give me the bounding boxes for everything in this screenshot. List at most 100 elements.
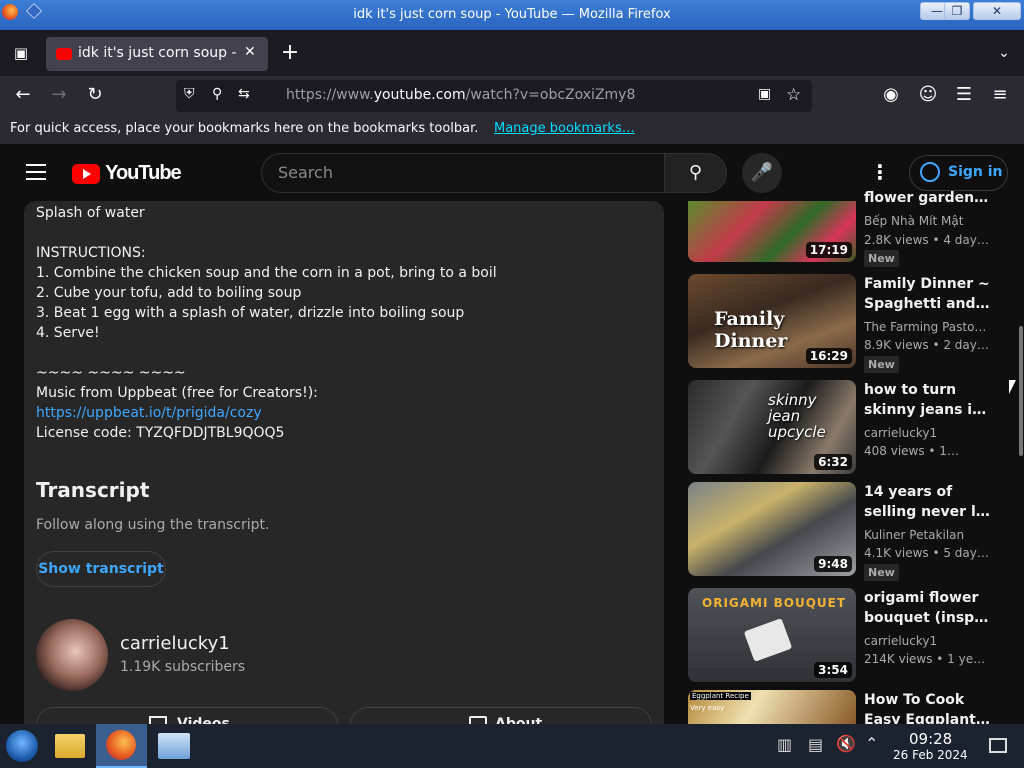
video-thumbnail[interactable]: 17:19 (688, 201, 856, 262)
page-scrollbar-thumb[interactable] (1019, 326, 1023, 456)
video-title[interactable]: origami flower (864, 588, 992, 608)
video-meta: 8.9K views • 2 day… (864, 338, 989, 352)
video-channel[interactable]: carrielucky1 (864, 426, 992, 440)
video-meta: 214K views • 1 ye… (864, 652, 986, 666)
youtube-logo-text: YouTube (105, 162, 182, 184)
uppbeat-link[interactable]: https://uppbeat.io/t/prigida/cozy (36, 405, 262, 421)
video-title[interactable]: 14 years of (864, 482, 992, 502)
bookmark-star-icon[interactable]: ☆ (786, 85, 801, 105)
video-title[interactable]: flower gardens,… (864, 188, 992, 208)
youtube-play-icon (72, 163, 100, 184)
url-path: /watch?v=obcZoxiZmy8 (465, 87, 636, 103)
video-meta: 4.1K views • 5 day… (864, 546, 989, 560)
list-all-tabs-icon[interactable]: ▣ (6, 38, 36, 68)
thumbnail-caption: Very easy (690, 704, 725, 712)
show-transcript-button[interactable]: Show transcript (36, 551, 166, 587)
tab-youtube[interactable]: idk it's just corn soup - YouTube ✕ (46, 37, 268, 71)
video-duration: 3:54 (814, 662, 852, 678)
account-circle-icon (920, 162, 940, 182)
search-icon[interactable]: ⚲ (664, 153, 727, 193)
youtube-logo[interactable]: YouTube (72, 162, 182, 184)
pocket-icon[interactable]: ◉ (876, 80, 906, 110)
video-thumbnail[interactable]: 9:48 (688, 482, 856, 576)
video-title[interactable]: Family Dinner ~ (864, 274, 992, 294)
more-options-icon[interactable]: ⋮ (870, 160, 890, 184)
guide-menu-icon[interactable] (26, 164, 46, 180)
video-title-line2[interactable]: skinny jeans int… (864, 400, 992, 420)
tab-overflow-chevron-icon[interactable]: ⌄ (989, 38, 1019, 68)
clock-date[interactable]: 26 Feb 2024 (893, 748, 968, 762)
reader-view-icon[interactable]: ▣ (758, 86, 771, 102)
video-description: Splash of water INSTRUCTIONS: 1. Combine… (24, 201, 664, 725)
video-title-line2[interactable]: Spaghetti and… (864, 294, 992, 314)
forward-button[interactable]: → (44, 80, 74, 110)
description-line: 2. Cube your tofu, add to boiling soup (36, 285, 302, 301)
video-meta: 2.8K views • 4 day… (864, 233, 989, 247)
youtube-favicon-icon (56, 48, 72, 60)
app-menu-icon[interactable]: ≡ (985, 80, 1015, 110)
url-domain: youtube.com (373, 87, 466, 103)
video-meta: 408 views • 1… (864, 444, 959, 458)
video-duration: 16:29 (805, 348, 852, 364)
thumbnail-caption: ORIGAMI BOUQUET (702, 596, 847, 610)
permissions-icon[interactable]: ⇆ (238, 86, 250, 102)
thumbnail-caption: skinny jean upcycle (768, 391, 826, 441)
video-channel[interactable]: Bếp Nhà Mít Mật (864, 214, 992, 228)
description-line: INSTRUCTIONS: (36, 245, 146, 261)
account-icon[interactable]: ☺ (913, 80, 943, 110)
video-title[interactable]: How To Cook (864, 690, 992, 710)
clock-time[interactable]: 09:28 (909, 730, 952, 748)
start-menu-icon[interactable] (6, 730, 38, 762)
transcript-heading: Transcript (36, 478, 150, 502)
new-badge: New (864, 356, 899, 373)
maximize-button[interactable]: ❐ (944, 2, 970, 20)
channel-avatar[interactable] (36, 619, 108, 691)
reload-button[interactable]: ↻ (80, 80, 110, 110)
description-line: ~~~~ ~~~~ ~~~~ (36, 365, 186, 381)
lock-icon[interactable]: ⚲ (212, 86, 222, 102)
window-title: idk it's just corn soup - YouTube — Mozi… (353, 7, 671, 22)
video-thumbnail[interactable]: Family Dinner 16:29 (688, 274, 856, 368)
sign-in-button[interactable]: Sign in (909, 155, 1008, 191)
new-badge: New (864, 564, 899, 581)
tracking-protection-icon[interactable]: ⛨ (184, 86, 195, 102)
close-tab-icon[interactable]: ✕ (244, 44, 256, 60)
video-channel[interactable]: carrielucky1 (864, 634, 992, 648)
firefox-taskbar-button[interactable] (96, 724, 147, 768)
control-panel-icon[interactable] (158, 733, 190, 759)
video-channel[interactable]: Kuliner Petakilan (864, 528, 992, 542)
extensions-icon[interactable]: ☰ (949, 80, 979, 110)
channel-name[interactable]: carrielucky1 (120, 633, 230, 654)
new-badge: New (864, 250, 899, 267)
video-title-line2[interactable]: bouquet (inspir… (864, 608, 992, 628)
video-title[interactable]: how to turn (864, 380, 992, 400)
url-prefix: https://www. (286, 87, 374, 103)
network-icon[interactable]: ▥ (777, 735, 792, 754)
video-title-line2[interactable]: Easy Eggplant… (864, 710, 992, 724)
microphone-icon[interactable]: 🎤 (742, 153, 782, 193)
show-hidden-icons-icon[interactable]: ⌃ (865, 734, 878, 753)
show-desktop-icon[interactable] (989, 738, 1007, 753)
video-thumbnail[interactable]: Eggplant Recipe Very easy (688, 690, 856, 724)
file-manager-icon[interactable] (55, 734, 85, 758)
video-duration: 6:32 (814, 454, 852, 470)
url-text[interactable]: https://www.youtube.com/watch?v=obcZoxiZ… (286, 87, 635, 103)
volume-muted-icon[interactable]: 🔇 (836, 734, 856, 753)
description-line: Splash of water (36, 205, 145, 221)
mouse-cursor-icon (1009, 380, 1016, 394)
video-channel[interactable]: The Farming Pasto… (864, 320, 992, 334)
channel-about-button[interactable]: About (350, 707, 652, 725)
new-tab-button[interactable]: + (275, 38, 305, 68)
channel-videos-button[interactable]: Videos (36, 707, 338, 725)
manage-bookmarks-link[interactable]: Manage bookmarks… (494, 121, 635, 136)
video-title-line2[interactable]: selling never lac… (864, 502, 992, 522)
close-button[interactable]: ✕ (973, 2, 1021, 20)
video-thumbnail[interactable]: ORIGAMI BOUQUET 3:54 (688, 588, 856, 682)
url-bar[interactable]: ⛨ ⚲ ⇆ https://www.youtube.com/watch?v=ob… (176, 80, 812, 112)
clipboard-icon[interactable]: ▤ (808, 735, 823, 754)
search-input[interactable]: Search (261, 153, 665, 193)
bookmarks-hint: For quick access, place your bookmarks h… (10, 121, 479, 136)
video-thumbnail[interactable]: skinny jean upcycle 6:32 (688, 380, 856, 474)
sign-in-label: Sign in (948, 164, 1003, 180)
back-button[interactable]: ← (8, 80, 38, 110)
